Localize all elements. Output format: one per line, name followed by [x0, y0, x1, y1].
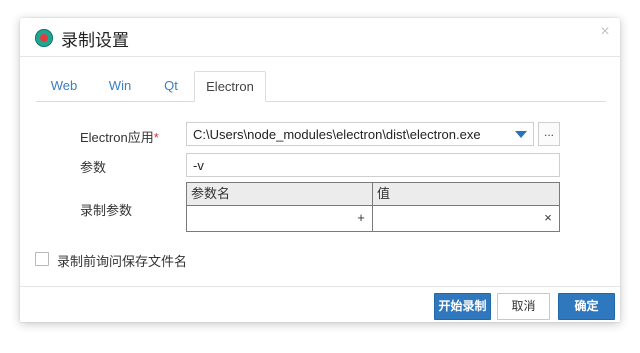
- tab-web[interactable]: Web: [36, 71, 92, 101]
- dialog-title: 录制设置: [61, 31, 129, 50]
- electron-app-path: C:\Users\node_modules\electron\dist\elec…: [193, 127, 481, 142]
- column-header-param-name: 参数名: [191, 186, 231, 201]
- args-input[interactable]: [186, 153, 560, 177]
- chevron-down-icon[interactable]: [515, 131, 527, 138]
- close-icon[interactable]: ×: [597, 23, 613, 41]
- browse-button[interactable]: ...: [538, 122, 560, 146]
- column-header-value: 值: [377, 186, 391, 201]
- ask-filename-label: 录制前询问保存文件名: [57, 254, 188, 269]
- remove-param-icon[interactable]: ×: [541, 210, 555, 226]
- ask-filename-checkbox[interactable]: [35, 252, 49, 266]
- tab-win[interactable]: Win: [92, 71, 148, 101]
- start-recording-button[interactable]: 开始录制: [434, 293, 491, 320]
- record-app-icon: [35, 29, 53, 47]
- add-param-icon[interactable]: +: [354, 210, 368, 226]
- record-params-label: 录制参数: [80, 203, 133, 218]
- tab-qt[interactable]: Qt: [148, 71, 194, 101]
- tab-bar: Web Win Qt Electron: [36, 71, 606, 102]
- required-mark: *: [153, 130, 159, 145]
- dialog-title-bar: 录制设置 ×: [20, 18, 620, 57]
- electron-app-label: Electron应用*: [80, 127, 159, 146]
- params-table: 参数名 值 + ×: [186, 182, 560, 232]
- tab-electron[interactable]: Electron: [194, 71, 266, 102]
- electron-app-label-text: Electron应用: [80, 130, 154, 145]
- electron-app-select[interactable]: C:\Users\node_modules\electron\dist\elec…: [186, 122, 534, 146]
- ok-button[interactable]: 确定: [558, 293, 615, 320]
- record-settings-dialog: 录制设置 × Web Win Qt Electron Electron应用* C…: [20, 18, 620, 322]
- args-label: 参数: [80, 160, 107, 175]
- params-table-header: 参数名 值: [187, 183, 559, 206]
- param-value-cell[interactable]: ×: [373, 206, 559, 231]
- cancel-button[interactable]: 取消: [497, 293, 550, 320]
- param-name-cell[interactable]: +: [187, 206, 372, 231]
